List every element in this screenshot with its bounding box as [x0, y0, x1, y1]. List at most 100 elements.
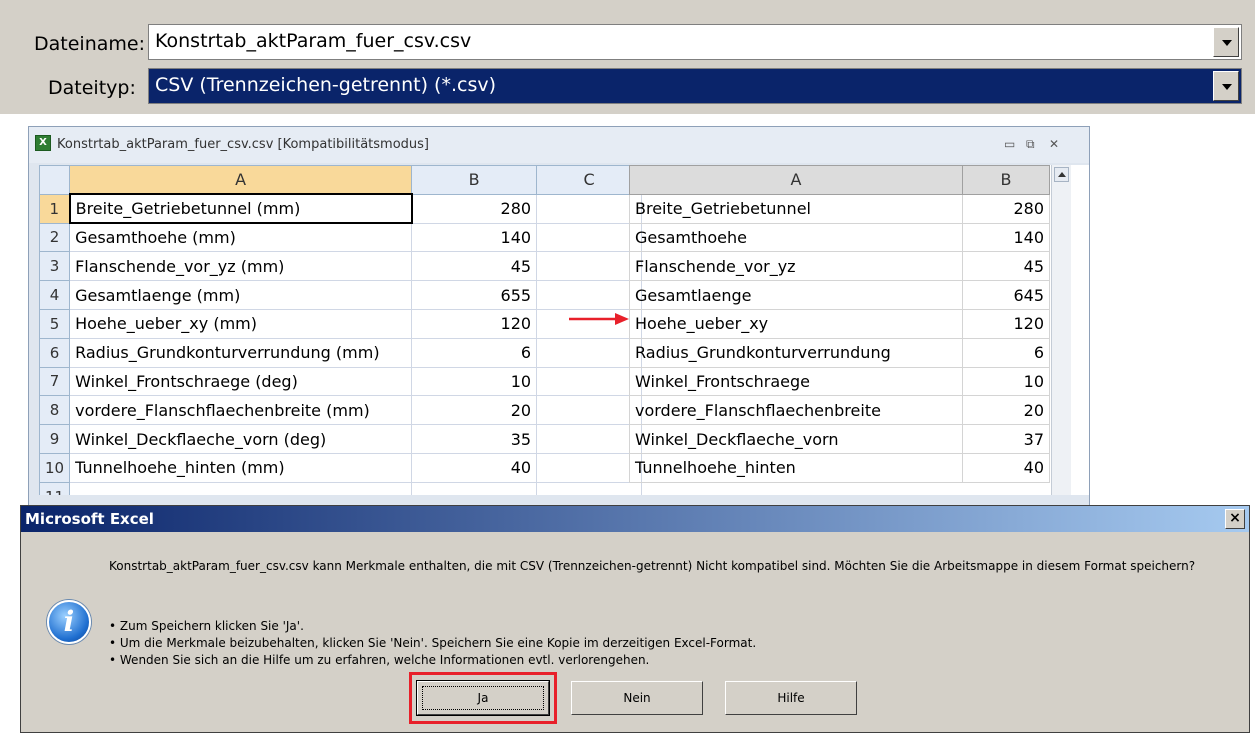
table-row: 5 Hoehe_ueber_xy (mm) 120	[39, 308, 643, 339]
cell-b[interactable]: 20	[962, 395, 1050, 426]
cell-a[interactable]: Winkel_Frontschraege	[629, 366, 963, 397]
table-row: Gesamthoehe 140	[629, 222, 1050, 253]
restore-icon[interactable]: ⧉	[1026, 137, 1035, 152]
cell-a[interactable]: Flanschende_vor_yz (mm)	[69, 251, 413, 282]
cell-b[interactable]: 6	[962, 337, 1050, 368]
table-row: Hoehe_ueber_xy 120	[629, 308, 1050, 339]
cell-b[interactable]: 20	[411, 395, 538, 426]
select-all-corner[interactable]	[39, 165, 71, 195]
table-row: Gesamtlaenge 645	[629, 280, 1050, 310]
row-header[interactable]: 11	[39, 481, 71, 495]
cell-b[interactable]: 140	[962, 222, 1050, 253]
row-header[interactable]: 6	[39, 337, 71, 368]
cell-b[interactable]: 10	[962, 366, 1050, 397]
filetype-value[interactable]: CSV (Trennzeichen-getrennt) (*.csv)	[155, 74, 496, 96]
row-header[interactable]: 2	[39, 222, 71, 253]
filename-combobox[interactable]: Konstrtab_aktParam_fuer_csv.csv	[148, 24, 1242, 60]
cell-a[interactable]: Radius_Grundkonturverrundung	[629, 337, 963, 368]
cell-b[interactable]: 40	[962, 452, 1050, 483]
cell-b[interactable]: 35	[411, 424, 538, 454]
cell-c[interactable]	[536, 251, 643, 282]
cell-b[interactable]: 645	[962, 280, 1050, 310]
vertical-scrollbar[interactable]	[1051, 165, 1071, 495]
cell-a[interactable]: vordere_Flanschflaechenbreite (mm)	[69, 395, 413, 426]
cell-a[interactable]: Hoehe_ueber_xy	[629, 308, 963, 339]
row-header[interactable]: 7	[39, 366, 71, 397]
cell-b[interactable]: 45	[962, 251, 1050, 282]
cell-a[interactable]: Hoehe_ueber_xy (mm)	[69, 308, 413, 339]
cell-c[interactable]	[536, 452, 643, 483]
close-icon[interactable]: ✕	[1049, 137, 1059, 151]
filetype-label: Dateityp:	[48, 77, 136, 99]
help-button[interactable]: Hilfe	[725, 681, 857, 715]
right-sheet-grid: A B Breite_Getriebetunnel 280 Gesamthoehe 1…	[629, 165, 1050, 483]
cell-c[interactable]	[536, 481, 643, 495]
cell-c[interactable]	[536, 395, 643, 426]
cell-a[interactable]: Flanschende_vor_yz	[629, 251, 963, 282]
row-header[interactable]: 10	[39, 452, 71, 483]
cell-b[interactable]: 37	[962, 424, 1050, 454]
cell-b[interactable]: 280	[962, 193, 1050, 224]
cell-a[interactable]: vordere_Flanschflaechenbreite	[629, 395, 963, 426]
excel-file-icon: X	[35, 135, 51, 151]
cell-a[interactable]: Radius_Grundkonturverrundung (mm)	[69, 337, 413, 368]
row-header[interactable]: 5	[39, 308, 71, 339]
row-header[interactable]: 9	[39, 424, 71, 454]
cell-a[interactable]: Gesamthoehe	[629, 222, 963, 253]
column-header-c[interactable]: C	[536, 165, 643, 195]
cell-a[interactable]: Gesamthoehe (mm)	[69, 222, 413, 253]
cell-b[interactable]	[411, 481, 538, 495]
filename-value[interactable]: Konstrtab_aktParam_fuer_csv.csv	[155, 30, 471, 52]
close-button[interactable]: ×	[1225, 509, 1245, 529]
cell-a[interactable]	[69, 481, 413, 495]
minimize-icon[interactable]: ▭	[1004, 137, 1015, 151]
cell-a[interactable]: Winkel_Deckflaeche_vorn (deg)	[69, 424, 413, 454]
cell-b[interactable]: 655	[411, 280, 538, 310]
cell-b[interactable]: 10	[411, 366, 538, 397]
column-header-b[interactable]: B	[411, 165, 538, 195]
row-header[interactable]: 3	[39, 251, 71, 282]
cell-a[interactable]: Tunnelhoehe_hinten	[629, 452, 963, 483]
row-header[interactable]: 4	[39, 280, 71, 310]
cell-c[interactable]	[536, 280, 643, 310]
cell-b[interactable]: 6	[411, 337, 538, 368]
table-row: 1 Breite_Getriebetunnel (mm) 280	[39, 193, 643, 225]
cell-b[interactable]: 40	[411, 452, 538, 483]
cell-c[interactable]	[536, 222, 643, 253]
cell-b[interactable]: 140	[411, 222, 538, 253]
cell-c[interactable]	[536, 193, 643, 224]
filetype-combobox[interactable]: CSV (Trennzeichen-getrennt) (*.csv)	[148, 68, 1242, 104]
row-header[interactable]: 8	[39, 395, 71, 426]
cell-a[interactable]: Gesamtlaenge	[629, 280, 963, 310]
bullet-item: • Wenden Sie sich an die Hilfe um zu erf…	[109, 653, 650, 667]
cell-b[interactable]: 45	[411, 251, 538, 282]
no-button[interactable]: Nein	[571, 681, 703, 715]
cell-a[interactable]: Tunnelhoehe_hinten (mm)	[69, 452, 413, 483]
chevron-down-icon[interactable]	[1213, 71, 1239, 101]
cell-a[interactable]: Breite_Getriebetunnel	[629, 193, 963, 224]
column-header-a[interactable]: A	[629, 165, 963, 195]
cell-b[interactable]: 120	[411, 308, 538, 339]
cell-a[interactable]: Winkel_Deckflaeche_vorn	[629, 424, 963, 454]
scroll-up-icon[interactable]	[1054, 167, 1069, 182]
spreadsheet-area: A B C 1 Breite_Getriebetunnel (mm) 280 2 Ges…	[39, 165, 1089, 495]
message-bullets: • Zum Speichern klicken Sie 'Ja'. • Um d…	[109, 618, 756, 669]
excel-title-bar: X Konstrtab_aktParam_fuer_csv.csv [Kompa…	[29, 127, 1089, 163]
cell-a[interactable]: Breite_Getriebetunnel (mm)	[68, 193, 413, 225]
cell-b[interactable]: 120	[962, 308, 1050, 339]
chevron-down-icon[interactable]	[1213, 27, 1239, 57]
column-header-a[interactable]: A	[69, 165, 413, 195]
yes-button-highlight	[409, 672, 557, 724]
cell-a[interactable]: Gesamtlaenge (mm)	[69, 280, 413, 310]
cell-c[interactable]	[536, 337, 643, 368]
cell-c[interactable]	[536, 366, 643, 397]
excel-window: X Konstrtab_aktParam_fuer_csv.csv [Kompa…	[28, 126, 1090, 506]
column-header-b[interactable]: B	[962, 165, 1050, 195]
table-row: Breite_Getriebetunnel 280	[629, 193, 1050, 224]
filename-label: Dateiname:	[34, 33, 145, 55]
cell-b[interactable]: 280	[411, 193, 538, 224]
cell-a[interactable]: Winkel_Frontschraege (deg)	[69, 366, 413, 397]
cell-c[interactable]	[536, 424, 643, 454]
excel-window-title: Konstrtab_aktParam_fuer_csv.csv [Kompati…	[57, 137, 429, 152]
row-header[interactable]: 1	[39, 193, 71, 224]
